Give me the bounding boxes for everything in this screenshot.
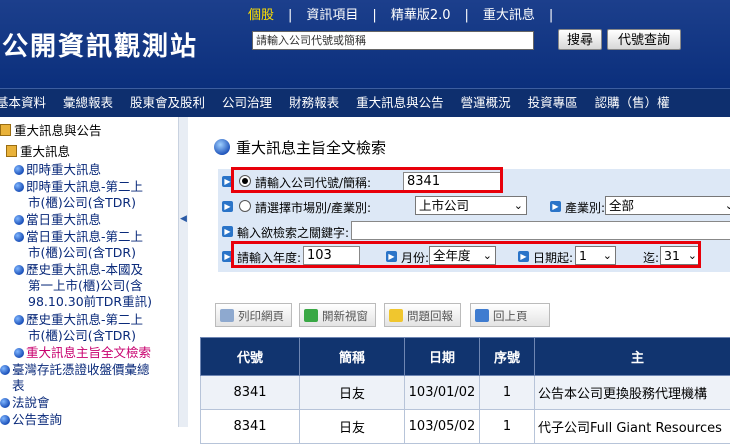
chevron-down-icon: ⌄ bbox=[514, 197, 523, 214]
separator: | bbox=[372, 8, 376, 23]
envelope-icon bbox=[389, 309, 403, 322]
top-link-stock[interactable]: 個股 bbox=[248, 8, 274, 23]
top-link-major-news[interactable]: 重大訊息 bbox=[483, 8, 535, 23]
sidebar-item-realtime-second-line2[interactable]: 市(櫃)公司(含TDR) bbox=[28, 195, 136, 210]
search-input[interactable] bbox=[252, 31, 534, 50]
sidebar-root[interactable]: 重大訊息與公告 bbox=[0, 123, 102, 138]
bullet-icon bbox=[14, 265, 24, 275]
globe-icon bbox=[214, 139, 230, 155]
results-table: 代號 簡稱 日期 序號 主 8341 日友 103/01/02 1 公告本公司更… bbox=[200, 337, 730, 444]
col-header-seq[interactable]: 序號 bbox=[480, 338, 535, 376]
industry-label: 產業別: bbox=[565, 199, 605, 216]
back-button[interactable]: 回上頁 bbox=[470, 303, 550, 327]
menu-summary-reports[interactable]: 彙總報表 bbox=[63, 89, 113, 117]
chevron-down-icon: ⌄ bbox=[725, 197, 730, 214]
top-link-info-items[interactable]: 資訊項目 bbox=[306, 8, 358, 23]
menu-investment[interactable]: 投資專區 bbox=[528, 89, 578, 117]
collapse-left-icon[interactable]: ◀ bbox=[180, 214, 187, 224]
cell-date: 103/01/02 bbox=[405, 376, 480, 410]
separator: | bbox=[549, 8, 553, 23]
print-button[interactable]: 列印網頁 bbox=[215, 303, 292, 327]
bullet-icon bbox=[0, 365, 10, 375]
keyword-input[interactable] bbox=[351, 221, 730, 240]
sidebar-item-realtime-second[interactable]: 即時重大訊息-第二上 bbox=[14, 179, 143, 194]
search-button[interactable]: 搜尋 bbox=[558, 29, 602, 50]
bullet-icon bbox=[14, 348, 24, 358]
sidebar-item-today-second[interactable]: 當日重大訊息-第二上 bbox=[14, 229, 143, 244]
bullet-icon bbox=[0, 398, 10, 408]
menu-financial-reports[interactable]: 財務報表 bbox=[289, 89, 339, 117]
search-form: ▶ 請輸入公司代號/簡稱: 8341 ▶ 請選擇市場別/產業別: 上市公司⌄ ▶… bbox=[218, 169, 730, 272]
arrow-right-icon: ▶ bbox=[222, 226, 233, 237]
menu-governance[interactable]: 公司治理 bbox=[222, 89, 272, 117]
menu-shareholders-dividends[interactable]: 股東會及股利 bbox=[130, 89, 205, 117]
menu-warrants[interactable]: 認購（售）權 bbox=[595, 89, 670, 117]
bullet-icon bbox=[14, 215, 24, 225]
sidebar-item-history-domestic[interactable]: 歷史重大訊息-本國及 bbox=[14, 262, 143, 277]
menu-major-news[interactable]: 重大訊息與公告 bbox=[356, 89, 444, 117]
sidebar-item-tdr-closing[interactable]: 臺灣存託憑證收盤價彙總 bbox=[0, 362, 150, 377]
site-title[interactable]: 公開資訊觀測站 bbox=[2, 26, 198, 63]
bullet-icon bbox=[0, 415, 10, 425]
page-title: 重大訊息主旨全文檢索 bbox=[236, 139, 386, 157]
arrow-right-icon: ▶ bbox=[222, 201, 233, 212]
main-content: 重大訊息主旨全文檢索 ▶ 請輸入公司代號/簡稱: 8341 ▶ 請選擇市場別/產… bbox=[188, 117, 730, 427]
cell-subject[interactable]: 公告本公司更換股務代理機構 bbox=[535, 376, 730, 410]
sidebar-item-tdr-closing-line2[interactable]: 表 bbox=[12, 378, 25, 393]
report-problem-button[interactable]: 問題回報 bbox=[384, 303, 461, 327]
keyword-label: 輸入欲檢索之關鍵字: bbox=[237, 224, 349, 241]
market-label: 請選擇市場別/產業別: bbox=[255, 199, 371, 216]
radio-market[interactable] bbox=[239, 200, 251, 212]
new-window-icon bbox=[304, 309, 318, 322]
table-row: 8341 日友 103/01/02 1 公告本公司更換股務代理機構 bbox=[201, 376, 730, 410]
cell-name: 日友 bbox=[300, 376, 405, 410]
sidebar-item-announcement-search[interactable]: 公告查詢 bbox=[0, 412, 62, 427]
cell-code: 8341 bbox=[201, 376, 300, 410]
new-window-button[interactable]: 開新視窗 bbox=[299, 303, 376, 327]
site-header: 公開資訊觀測站 個股 | 資訊項目 | 精華版2.0 | 重大訊息 | 搜尋 代號查詢 bbox=[0, 0, 730, 88]
col-header-subject[interactable]: 主 bbox=[535, 338, 730, 376]
bullet-icon bbox=[14, 182, 24, 192]
market-select[interactable]: 上市公司⌄ bbox=[415, 196, 527, 215]
table-header-row: 代號 簡稱 日期 序號 主 bbox=[201, 338, 730, 376]
page-title-row: 重大訊息主旨全文檢索 bbox=[214, 137, 386, 158]
highlight-date-range bbox=[231, 241, 701, 268]
back-arrow-icon bbox=[475, 309, 489, 322]
bullet-icon bbox=[14, 315, 24, 325]
top-link-essence[interactable]: 精華版2.0 bbox=[391, 8, 451, 23]
sidebar-item-investor-conference[interactable]: 法說會 bbox=[0, 395, 50, 410]
col-header-date[interactable]: 日期 bbox=[405, 338, 480, 376]
sidebar-item-today[interactable]: 當日重大訊息 bbox=[14, 212, 101, 227]
col-header-name[interactable]: 簡稱 bbox=[300, 338, 405, 376]
sidebar: 重大訊息與公告 重大訊息 即時重大訊息 即時重大訊息-第二上 市(櫃)公司(含T… bbox=[0, 117, 178, 427]
menu-basic-info[interactable]: 基本資料 bbox=[0, 89, 46, 117]
col-header-code[interactable]: 代號 bbox=[201, 338, 300, 376]
code-lookup-button[interactable]: 代號查詢 bbox=[607, 29, 681, 50]
printer-icon bbox=[220, 309, 234, 322]
sidebar-item-history-domestic-line2[interactable]: 第一上市(櫃)公司(含 bbox=[28, 278, 143, 293]
top-links: 個股 | 資訊項目 | 精華版2.0 | 重大訊息 | bbox=[248, 4, 567, 24]
sidebar-item-fulltext-search[interactable]: 重大訊息主旨全文檢索 bbox=[14, 345, 151, 360]
bullet-icon bbox=[14, 232, 24, 242]
sidebar-item-realtime[interactable]: 即時重大訊息 bbox=[14, 162, 101, 177]
highlight-company bbox=[231, 167, 503, 193]
sidebar-group[interactable]: 重大訊息 bbox=[6, 144, 70, 159]
sidebar-item-history-second-line2[interactable]: 市(櫃)公司(含TDR) bbox=[28, 328, 136, 343]
main-menu: 基本資料彙總報表股東會及股利公司治理財務報表重大訊息與公告營運概況投資專區認購（… bbox=[0, 88, 730, 117]
folder-icon bbox=[0, 124, 11, 136]
folder-icon bbox=[6, 145, 17, 157]
arrow-right-icon: ▶ bbox=[550, 201, 561, 212]
industry-select[interactable]: 全部⌄ bbox=[605, 196, 730, 215]
menu-operations[interactable]: 營運概況 bbox=[461, 89, 511, 117]
sidebar-item-history-domestic-line3[interactable]: 98.10.30前TDR重訊) bbox=[28, 294, 152, 309]
sidebar-item-history-second[interactable]: 歷史重大訊息-第二上 bbox=[14, 312, 143, 327]
cell-seq: 1 bbox=[480, 376, 535, 410]
separator: | bbox=[465, 8, 469, 23]
separator: | bbox=[288, 8, 292, 23]
sidebar-item-today-second-line2[interactable]: 市(櫃)公司(含TDR) bbox=[28, 245, 136, 260]
bullet-icon bbox=[14, 165, 24, 175]
